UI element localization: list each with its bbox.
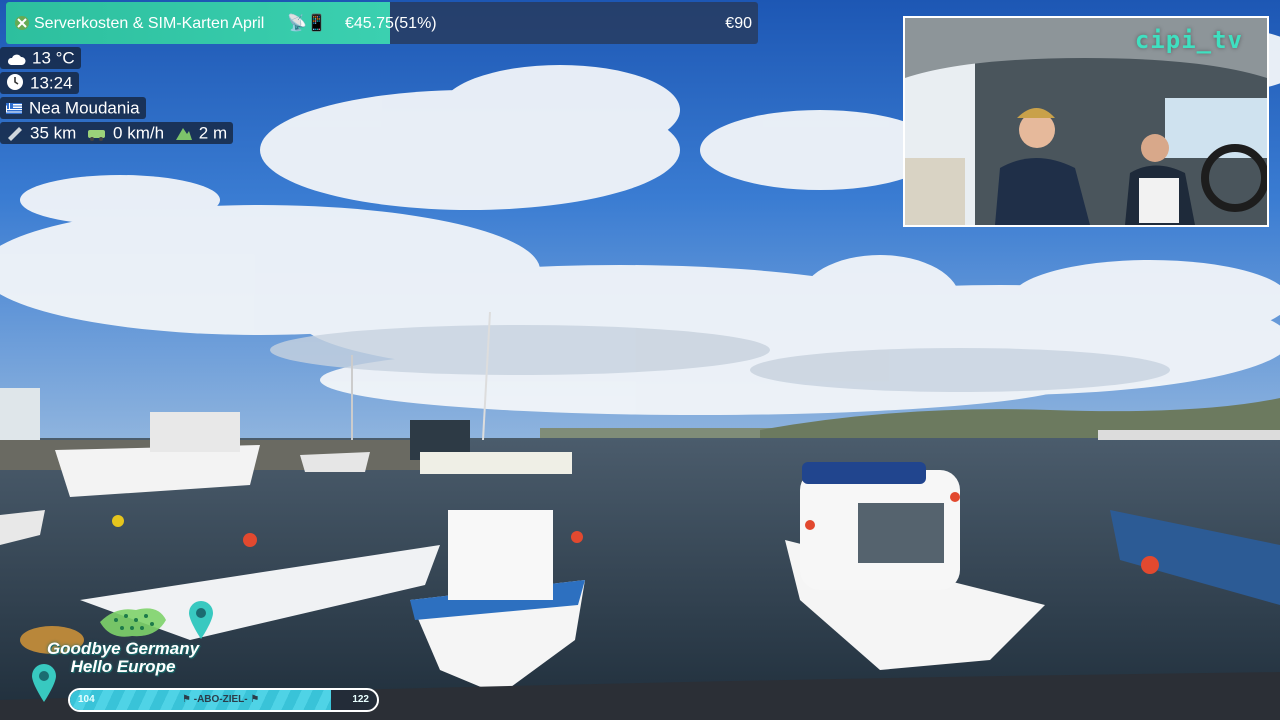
channel-brand: cipi_tv: [1134, 26, 1243, 54]
progress-start-value: 104: [78, 694, 95, 705]
flag-icon: ⚑: [250, 694, 260, 705]
weather-pill: 13 °C: [0, 47, 81, 69]
progress-label-text: ABO-ZIEL: [197, 694, 245, 705]
weather-value: 13 °C: [32, 48, 75, 68]
location-value: Nea Moudania: [29, 98, 140, 118]
mountain-icon: [175, 128, 192, 140]
distance-value: 35 km: [30, 123, 77, 143]
donation-goal-bar: Serverkosten & SIM-Karten April 📡📱 €45.7…: [6, 2, 758, 44]
subscriber-goal-progress: 104 ⚑ -ABO-ZIEL- ⚑ 122: [68, 688, 379, 712]
webcam-inset: cipi_tv: [903, 16, 1269, 227]
altitude-value: 2 m: [198, 123, 228, 143]
van-icon: [88, 130, 106, 141]
speed-value: 0 km/h: [113, 123, 165, 143]
goal-current-amount: €45.75(51%): [345, 15, 437, 32]
location-pill: Nea Moudania: [0, 97, 146, 119]
time-pill: 13:24: [0, 72, 79, 94]
cloud-icon: [7, 54, 26, 65]
satellite-icon: [15, 16, 29, 30]
branding-line2: Hello Europe: [70, 657, 176, 676]
branding-line1: Goodbye Germany: [46, 639, 200, 658]
europe-map-icon: [100, 608, 166, 637]
goal-title: Serverkosten & SIM-Karten April: [34, 15, 265, 32]
location-pin-icon: [189, 601, 213, 639]
clock-icon: [7, 74, 23, 90]
time-value: 13:24: [30, 73, 73, 93]
goal-emoji-icons: 📡📱: [287, 15, 327, 32]
progress-label: ⚑ -ABO-ZIEL- ⚑: [182, 694, 260, 705]
goal-target-amount: €90: [725, 15, 752, 32]
progress-end-value: 122: [352, 694, 369, 705]
greek-flag-icon: [6, 103, 22, 114]
ruler-icon: [8, 127, 22, 141]
goodbye-germany-branding: Goodbye Germany Hello Europe: [38, 640, 208, 676]
trip-stats-pill: 35 km 0 km/h 2 m: [0, 122, 234, 144]
flag-icon: ⚑: [182, 694, 191, 705]
